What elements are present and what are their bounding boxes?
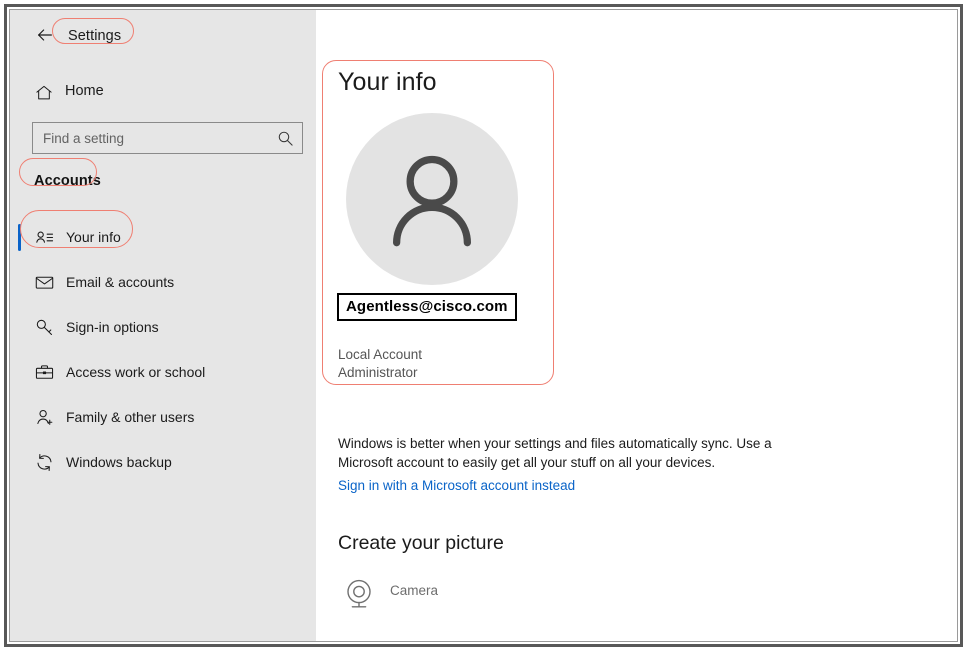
sidebar-item-email-accounts[interactable]: Email & accounts [10, 260, 316, 305]
sidebar-section-heading: Accounts [34, 173, 101, 189]
account-type: Local Account Administrator [338, 346, 422, 382]
user-card-icon [33, 226, 56, 249]
sync-description: Windows is better when your settings and… [338, 436, 772, 470]
back-arrow-icon[interactable] [34, 24, 56, 46]
sidebar-item-sign-in-options[interactable]: Sign-in options [10, 305, 316, 350]
sidebar-item-family-other-users[interactable]: Family & other users [10, 395, 316, 440]
account-type-line-1: Local Account [338, 347, 423, 362]
sync-icon [33, 451, 56, 474]
app-title: Settings [68, 28, 122, 44]
camera-icon [342, 577, 376, 611]
create-picture-title: Create your picture [338, 532, 504, 554]
selection-indicator [18, 224, 21, 251]
sidebar-item-your-info[interactable]: Your info [10, 215, 316, 260]
briefcase-icon [33, 361, 56, 384]
envelope-icon [33, 271, 56, 294]
account-email: Agentless@cisco.com [337, 293, 517, 321]
sidebar-nav-list: Your info Email & accounts Sign-in optio… [10, 215, 316, 485]
sidebar: Settings Home Find a setting Accounts Yo… [10, 10, 316, 641]
screenshot-root: Settings Home Find a setting Accounts Yo… [0, 0, 967, 651]
person-avatar-icon [346, 113, 518, 285]
sidebar-item-windows-backup-label: Windows backup [66, 454, 172, 470]
sign-in-microsoft-account-link[interactable]: Sign in with a Microsoft account instead [338, 478, 575, 493]
titlebar-row: Settings [10, 10, 316, 56]
key-icon [33, 316, 56, 339]
sidebar-item-access-work-school-label: Access work or school [66, 364, 206, 380]
page-title: Your info [338, 68, 437, 96]
account-type-line-2: Administrator [338, 365, 418, 380]
camera-label: Camera [390, 583, 439, 598]
sidebar-item-sign-in-options-label: Sign-in options [66, 319, 159, 335]
settings-window: Settings Home Find a setting Accounts Yo… [10, 10, 957, 641]
person-add-icon [33, 406, 56, 429]
sidebar-item-windows-backup[interactable]: Windows backup [10, 440, 316, 485]
sidebar-item-access-work-school[interactable]: Access work or school [10, 350, 316, 395]
sidebar-item-email-accounts-label: Email & accounts [66, 274, 175, 290]
search-input[interactable] [33, 124, 271, 152]
camera-option[interactable]: Camera [338, 575, 538, 617]
search-box[interactable] [32, 122, 303, 154]
home-icon [32, 81, 56, 105]
search-icon[interactable] [277, 130, 294, 147]
sidebar-item-your-info-label: Your info [66, 229, 121, 245]
sidebar-item-family-other-users-label: Family & other users [66, 409, 195, 425]
sidebar-item-home[interactable]: Home [10, 75, 316, 111]
sidebar-item-home-label: Home [65, 83, 104, 99]
main-content: Your info Agentless@cisco.com Local Acco… [316, 10, 957, 641]
